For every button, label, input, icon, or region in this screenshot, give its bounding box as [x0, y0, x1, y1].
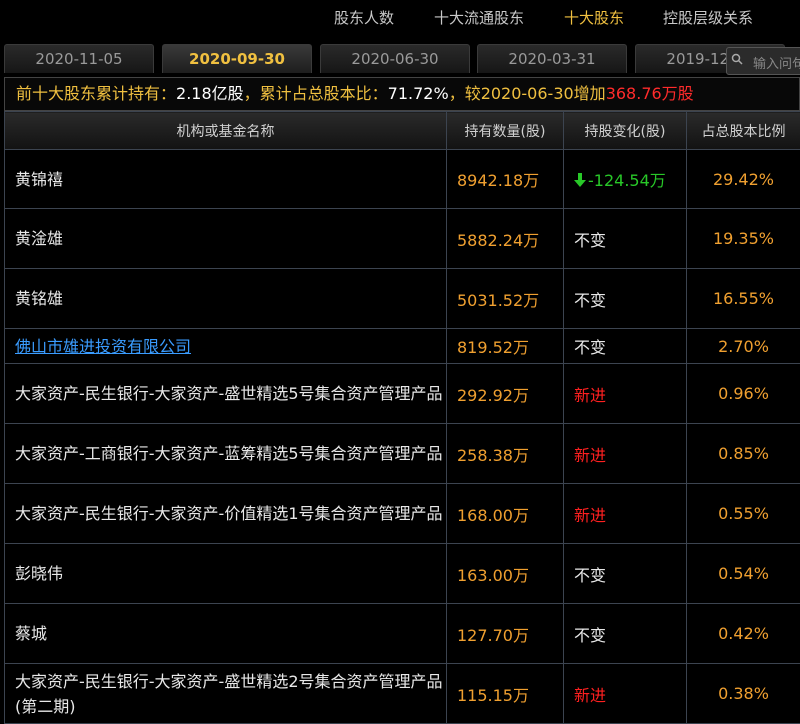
holder-name: 黄铭雄 [15, 289, 63, 308]
shares-cell: 8942.18万 [447, 150, 564, 209]
holder-name: 黄淦雄 [15, 229, 63, 248]
shares-cell: 163.00万 [447, 544, 564, 604]
table-header-row: 机构或基金名称 持有数量(股) 持股变化(股) 占总股本比例 [5, 112, 800, 150]
shares-cell: 127.70万 [447, 604, 564, 664]
change-cell: 不变 [564, 544, 687, 604]
change-value: 不变 [574, 231, 606, 250]
top-nav: 股东人数 十大流通股东 十大股东 控股层级关系 [0, 0, 800, 34]
change-value: 不变 [574, 291, 606, 310]
change-cell: 不变 [564, 269, 687, 329]
col-header-pct[interactable]: 占总股本比例 [687, 112, 800, 150]
change-cell: 不变 [564, 604, 687, 664]
holder-name-cell: 大家资产-民生银行-大家资产-盛世精选5号集合资产管理产品 [5, 364, 447, 424]
pct-cell: 29.42% [687, 150, 800, 209]
change-cell: 新进 [564, 664, 687, 724]
holder-name-cell: 黄铭雄 [5, 269, 447, 329]
pct-cell: 0.42% [687, 604, 800, 664]
change-value: 新进 [574, 386, 606, 405]
table-row[interactable]: 蔡城 127.70万不变 0.42% [5, 604, 800, 664]
summary-total-pct: 71.72% [388, 84, 449, 103]
search-input[interactable]: 输入问句 [726, 47, 800, 75]
table-row[interactable]: 黄淦雄 5882.24万不变 19.35% [5, 209, 800, 269]
tab-date[interactable]: 2020-03-31 [477, 44, 627, 73]
change-value: 新进 [574, 446, 606, 465]
holder-name-cell: 佛山市雄进投资有限公司 [5, 329, 447, 364]
holder-name: 蔡城 [15, 624, 47, 643]
change-cell: 新进 [564, 364, 687, 424]
shares-cell: 258.38万 [447, 424, 564, 484]
date-tabs: 2020-11-05 2020-09-30 2020-06-30 2020-03… [0, 40, 800, 74]
holder-name: 彭晓伟 [15, 564, 63, 583]
table-row[interactable]: 黄锦禧 8942.18万 -124.54万 29.42% [5, 150, 800, 209]
change-value: 新进 [574, 686, 606, 705]
table-row[interactable]: 大家资产-民生银行-大家资产-价值精选1号集合资产管理产品168.00万新进 0.… [5, 484, 800, 544]
pct-cell: 0.96% [687, 364, 800, 424]
shares-cell: 819.52万 [447, 329, 564, 364]
change-value: 新进 [574, 506, 606, 525]
holder-name-cell: 大家资产-民生银行-大家资产-价值精选1号集合资产管理产品 [5, 484, 447, 544]
pct-cell: 2.70% [687, 329, 800, 364]
pct-cell: 0.38% [687, 664, 800, 724]
col-header-shares[interactable]: 持有数量(股) [447, 112, 564, 150]
summary-increase: 368.76万股 [606, 84, 694, 103]
summary-mid2: ，较2020-06-30增加 [449, 84, 606, 103]
arrow-down-icon [574, 173, 586, 187]
summary-total-shares: 2.18亿股 [176, 84, 244, 103]
pct-cell: 0.55% [687, 484, 800, 544]
table-row[interactable]: 大家资产-民生银行-大家资产-盛世精选5号集合资产管理产品292.92万新进 0.… [5, 364, 800, 424]
change-value: -124.54万 [588, 171, 666, 190]
shares-cell: 115.15万 [447, 664, 564, 724]
shares-cell: 5882.24万 [447, 209, 564, 269]
holder-name-cell: 黄淦雄 [5, 209, 447, 269]
shares-cell: 292.92万 [447, 364, 564, 424]
nav-top10-holders[interactable]: 十大股东 [564, 7, 624, 28]
holder-name: 大家资产-工商银行-大家资产-蓝筹精选5号集合资产管理产品 [15, 444, 443, 463]
holders-table: 机构或基金名称 持有数量(股) 持股变化(股) 占总股本比例 黄锦禧 8942.1… [4, 111, 800, 724]
table-row[interactable]: 大家资产-民生银行-大家资产-盛世精选2号集合资产管理产品(第二期)115.15… [5, 664, 800, 724]
pct-cell: 19.35% [687, 209, 800, 269]
change-value: 不变 [574, 626, 606, 645]
nav-holding-hierarchy[interactable]: 控股层级关系 [663, 7, 753, 28]
pct-cell: 16.55% [687, 269, 800, 329]
holder-name: 黄锦禧 [15, 170, 63, 189]
table-row[interactable]: 黄铭雄 5031.52万不变 16.55% [5, 269, 800, 329]
change-value: 不变 [574, 566, 606, 585]
holder-name: 大家资产-民生银行-大家资产-价值精选1号集合资产管理产品 [15, 504, 443, 523]
tab-date[interactable]: 2020-11-05 [4, 44, 154, 73]
change-cell: 不变 [564, 329, 687, 364]
tab-date-active[interactable]: 2020-09-30 [162, 44, 312, 73]
change-cell: -124.54万 [564, 150, 687, 209]
holder-name: 大家资产-民生银行-大家资产-盛世精选2号集合资产管理产品(第二期) [15, 672, 443, 716]
change-cell: 新进 [564, 424, 687, 484]
col-header-change[interactable]: 持股变化(股) [564, 112, 687, 150]
table-row[interactable]: 佛山市雄进投资有限公司 819.52万不变 2.70% [5, 329, 800, 364]
nav-shareholder-count[interactable]: 股东人数 [334, 7, 394, 28]
search-icon [731, 53, 743, 65]
holder-name-cell: 黄锦禧 [5, 150, 447, 209]
pct-cell: 0.85% [687, 424, 800, 484]
holder-name-cell: 大家资产-民生银行-大家资产-盛世精选2号集合资产管理产品(第二期) [5, 664, 447, 724]
summary-bar: 前十大股东累计持有：2.18亿股，累计占总股本比：71.72%，较2020-06… [4, 77, 800, 111]
holder-name-cell: 蔡城 [5, 604, 447, 664]
change-cell: 新进 [564, 484, 687, 544]
table-row[interactable]: 彭晓伟 163.00万不变 0.54% [5, 544, 800, 604]
change-cell: 不变 [564, 209, 687, 269]
pct-cell: 0.54% [687, 544, 800, 604]
holder-name-cell: 大家资产-工商银行-大家资产-蓝筹精选5号集合资产管理产品 [5, 424, 447, 484]
shares-cell: 168.00万 [447, 484, 564, 544]
change-value: 不变 [574, 338, 606, 357]
search-placeholder: 输入问句 [753, 53, 800, 72]
shares-cell: 5031.52万 [447, 269, 564, 329]
holder-name-cell: 彭晓伟 [5, 544, 447, 604]
col-header-name[interactable]: 机构或基金名称 [5, 112, 447, 150]
summary-prefix: 前十大股东累计持有： [16, 84, 176, 103]
tab-date[interactable]: 2020-06-30 [320, 44, 470, 73]
summary-mid1: ，累计占总股本比： [244, 84, 388, 103]
table-row[interactable]: 大家资产-工商银行-大家资产-蓝筹精选5号集合资产管理产品258.38万新进 0.… [5, 424, 800, 484]
holder-name-link[interactable]: 佛山市雄进投资有限公司 [15, 337, 191, 356]
nav-top10-float-holders[interactable]: 十大流通股东 [434, 7, 524, 28]
holder-name: 大家资产-民生银行-大家资产-盛世精选5号集合资产管理产品 [15, 384, 443, 403]
